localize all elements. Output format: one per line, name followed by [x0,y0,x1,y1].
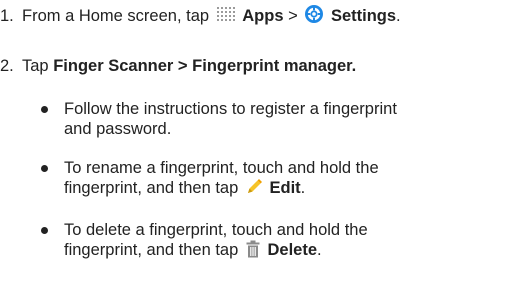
step-text: Tap [22,57,49,75]
step-text: From a Home screen, tap [22,7,210,25]
pencil-edit-icon [245,178,263,201]
apps-grid-icon [216,6,236,29]
edit-label: Edit [269,179,301,197]
bullet-line: fingerprint, and then tap [64,241,239,259]
bullet-dot [41,227,48,234]
finger-scanner-label: Finger Scanner [53,57,174,75]
settings-gear-icon [304,4,324,29]
separator: > [288,7,298,25]
trash-delete-icon [245,240,261,263]
instruction-bullets: Follow the instructions to register a fi… [41,99,503,282]
apps-label: Apps [242,7,284,25]
delete-label: Delete [267,241,318,259]
period: . [396,7,401,25]
bullet-line: and password. [64,120,172,138]
separator: > [177,57,188,75]
bullet-rename: To rename a fingerprint, touch and hold … [41,158,503,201]
period: . [317,241,322,259]
step-number: 2. [0,57,14,75]
bullet-line: fingerprint, and then tap [64,179,239,197]
bullet-delete: To delete a fingerprint, touch and hold … [41,220,503,263]
fingerprint-manager-label: Fingerprint manager. [192,57,357,75]
period: . [300,179,306,197]
bullet-dot [41,165,48,172]
step-2: 2. Tap Finger Scanner > Fingerprint manag… [0,56,356,76]
bullet-dot [41,106,48,113]
settings-label: Settings [330,7,397,25]
bullet-line: To rename a fingerprint, touch and hold … [64,159,379,177]
bullet-line: Follow the instructions to register a fi… [64,100,397,118]
step-number: 1. [0,7,14,25]
step-1: 1. From a Home screen, tap Apps > Settin… [0,4,401,29]
bullet-line: To delete a fingerprint, touch and hold … [64,221,368,239]
bullet-register: Follow the instructions to register a fi… [41,99,503,139]
